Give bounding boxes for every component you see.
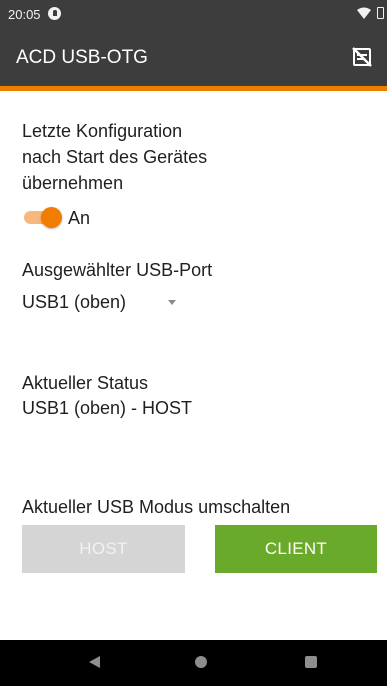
usb-port-selected-value[interactable]: USB1 (oben)	[22, 292, 126, 312]
selected-port-label: Ausgewählter USB-Port	[22, 260, 213, 280]
switch-state-label: An	[68, 208, 91, 228]
client-button[interactable]: CLIENT	[215, 525, 377, 573]
take-config-label-line: nach Start des Gerätes	[22, 147, 208, 167]
battery-icon	[377, 7, 384, 19]
status-time: 20:05	[8, 7, 41, 22]
back-icon[interactable]	[89, 656, 100, 668]
current-status-value: USB1 (oben) - HOST	[22, 398, 193, 418]
switch-thumb[interactable]	[41, 207, 62, 228]
usb-port-dropdown[interactable]: USB1 (oben)	[22, 289, 202, 315]
navigation-bar	[0, 640, 387, 686]
notification-icon	[48, 7, 61, 20]
status-bar: 20:05	[0, 0, 387, 28]
home-icon[interactable]	[195, 656, 207, 668]
take-config-label-line: übernehmen	[22, 173, 124, 193]
app-title: ACD USB-OTG	[16, 47, 148, 68]
recent-apps-icon[interactable]	[305, 656, 317, 668]
app-bar: ACD USB-OTG	[0, 28, 387, 91]
take-config-label: Letzte Konfiguration nach Start des Gerä…	[22, 118, 377, 196]
take-config-label-line: Letzte Konfiguration	[22, 121, 183, 141]
wifi-icon	[357, 7, 371, 19]
settings-content: Letzte Konfiguration nach Start des Gerä…	[22, 118, 377, 517]
toggle-mode-label: Aktueller USB Modus umschalten	[22, 497, 291, 517]
dropdown-arrow-icon[interactable]	[168, 300, 176, 305]
no-sim-icon[interactable]	[351, 46, 373, 68]
host-button[interactable]: HOST	[22, 525, 185, 573]
current-status-label: Aktueller Status	[22, 373, 149, 393]
